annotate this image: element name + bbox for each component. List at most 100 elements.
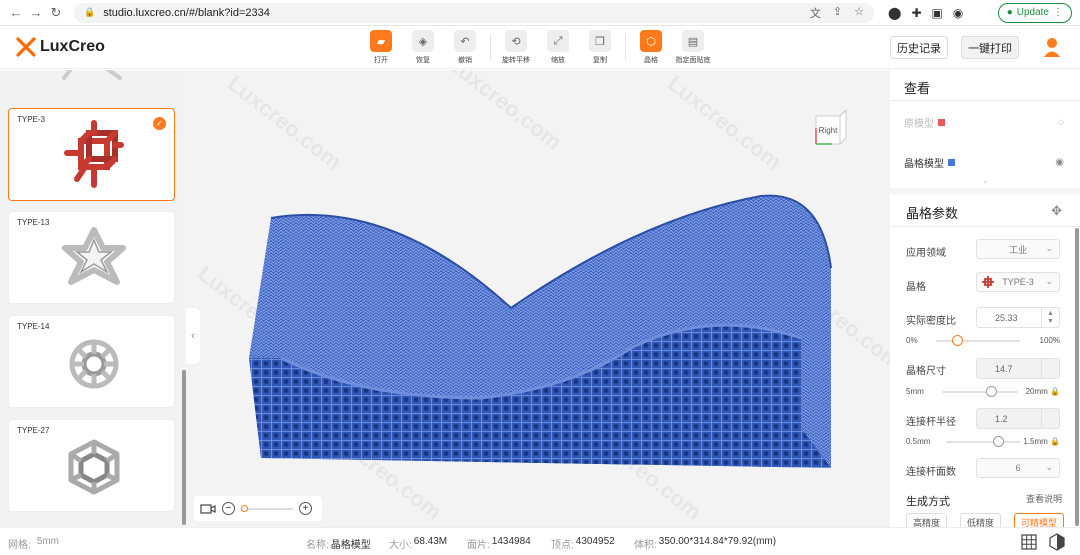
model-name: 原模型 [904,119,934,130]
lattice-type-14-thumbnail [69,339,119,389]
size-max-label: 20mm 🔒 [1025,387,1060,396]
restore-button[interactable]: ◈ 恢复 [402,30,444,65]
toolbar-divider [490,34,491,60]
watermark: Luxcreo.com [443,70,567,155]
undo-button[interactable]: ↶ 撤销 [444,30,486,65]
forward-icon[interactable]: → [26,3,46,23]
browser-toolbar: ← → ↻ 🔒 studio.luxcreo.cn/#/blank?id=233… [0,0,1080,26]
lattice-size-input[interactable]: 14.7 [976,358,1060,379]
lattice-card-type-14[interactable]: TYPE-14 [8,315,175,408]
profile-icon[interactable]: ◉ [953,6,963,20]
one-click-print-button[interactable]: 一键打印 [961,36,1019,59]
application-field-value: 工业 [1008,244,1027,255]
lock-icon[interactable]: 🔒 [1050,387,1060,396]
render-mode-icon[interactable] [1048,533,1066,551]
lock-icon[interactable]: 🔒 [1050,437,1060,446]
lattice-card-type-13[interactable]: TYPE-13 [8,211,175,304]
caret-up-icon[interactable]: ▲ [1047,310,1054,318]
rod-radius-slider[interactable] [946,441,1020,443]
rod-radius-stepper[interactable] [1041,409,1059,428]
brand-logo[interactable]: LuxCreo [16,37,105,57]
density-input[interactable]: 25.33 ▲ ▼ [976,307,1060,328]
status-grid: 网格: 5mm [8,536,60,551]
rod-max-label: 1.5mm 🔒 [1023,437,1060,446]
view-cube[interactable]: Right [814,108,848,146]
caret-down-icon[interactable]: ▼ [1047,318,1054,326]
lattice-button[interactable]: ⬡ 晶格 [630,30,672,65]
history-button[interactable]: 历史记录 [890,36,948,59]
user-avatar-icon[interactable] [1043,36,1061,58]
address-bar[interactable]: 🔒 studio.luxcreo.cn/#/blank?id=2334 文 ⇪ … [74,2,874,23]
lattice-type-3-thumbnail [64,120,124,188]
zoom-slider-handle[interactable] [241,504,248,512]
face-to-bottom-button[interactable]: ▤ 指定面贴底 [672,30,714,65]
density-min-label: 0% [906,336,918,345]
zoom-slider[interactable] [241,504,293,512]
density-slider-row: 0% 100% [906,335,1060,347]
rotate-move-icon: ⟲ [505,30,527,52]
model-color-swatch [938,119,945,126]
camera-view-icon[interactable] [200,503,216,515]
rod-radius-value: 1.2 [995,413,1008,424]
rotate-move-button[interactable]: ⟲ 旋转平移 [495,30,537,65]
copy-button[interactable]: ❐ 复制 [579,30,621,65]
main-toolbar: ▰ 打开 ◈ 恢复 ↶ 撤销 ⟲ 旋转平移 ⤢ 缩放 ❐ 复制 ⬡ 晶格 ▤ 指… [360,30,714,65]
divider [890,100,1080,101]
status-volume: 体积: 350.00*314.84*79.92(mm) [634,536,777,551]
lattice-size-stepper[interactable] [1041,359,1059,378]
move-panel-icon[interactable]: ✥ [1051,203,1062,219]
lattice-type-value: TYPE-3 [1002,277,1034,287]
copy-icon: ❐ [589,30,611,52]
density-slider[interactable] [936,340,1020,342]
lock-icon: 🔒 [84,7,96,17]
application-field-select[interactable]: 工业 ⌄ [976,239,1060,259]
rod-radius-slider-handle[interactable] [992,436,1004,447]
back-icon[interactable]: ← [6,3,26,23]
scale-icon: ⤢ [547,30,569,52]
lattice-model-row[interactable]: 晶格模型 ◉ [904,155,1064,170]
luxcreo-logo-icon [16,37,36,57]
extension-circle-icon[interactable]: ⬤ [888,6,901,20]
puzzle-extension-icon[interactable]: ✚ [911,6,921,20]
lattice-card-type-27[interactable]: TYPE-27 [8,419,175,512]
rod-faces-select[interactable]: 6 ⌄ [976,458,1060,478]
density-slider-handle[interactable] [952,335,964,346]
bookmark-star-icon[interactable]: ☆ [854,5,864,21]
lattice-card-type-3[interactable]: TYPE-3 ✓ [8,108,175,201]
view-help-link[interactable]: 查看说明 [1026,492,1062,505]
status-name: 名称: 晶格模型 [306,540,371,551]
scale-button[interactable]: ⤢ 缩放 [537,30,579,65]
reload-icon[interactable]: ↻ [46,3,66,23]
viewcube-face-label: Right [819,126,838,135]
rod-radius-input[interactable]: 1.2 [976,408,1060,429]
eye-hidden-icon[interactable]: ◌ [1058,117,1064,128]
grid-toggle-icon[interactable] [1021,534,1037,550]
url-text: studio.luxcreo.cn/#/blank?id=2334 [103,6,270,19]
eye-icon[interactable]: ◉ [1055,157,1064,168]
density-stepper[interactable]: ▲ ▼ [1041,308,1059,327]
lattice-label: 晶格 [906,282,926,293]
lattice-card-label: TYPE-27 [17,426,50,435]
app-header: LuxCreo ▰ 打开 ◈ 恢复 ↶ 撤销 ⟲ 旋转平移 ⤢ 缩放 ❐ 复制 … [0,27,1080,69]
collapse-panel-button[interactable]: ‹ [186,308,200,364]
open-button[interactable]: ▰ 打开 [360,30,402,65]
lattice-size-slider-handle[interactable] [986,386,998,397]
update-button[interactable]: ● Update ⋮ [997,2,1072,23]
zoom-in-icon[interactable]: + [299,502,312,515]
lattice-type-select[interactable]: TYPE-3 ⌄ [976,272,1060,292]
original-model-row[interactable]: 原模型 ◌ [904,115,1064,130]
params-scrollbar[interactable] [1075,228,1079,526]
3d-viewport[interactable]: Luxcreo.com Luxcreo.com Luxcreo.com Luxc… [186,70,890,527]
lattice-size-value: 14.7 [995,363,1013,374]
expand-chevron-icon[interactable]: ⌄ [982,176,989,185]
chevron-down-icon: ⌄ [1045,276,1053,286]
translate-icon[interactable]: 文 [810,5,821,21]
share-icon[interactable]: ⇪ [833,5,842,21]
sidepanel-icon[interactable]: ▣ [932,6,943,20]
lattice-size-slider[interactable] [942,391,1018,393]
zoom-out-icon[interactable]: − [222,502,235,515]
status-faces: 面片: 1434984 [467,536,531,551]
model-name: 晶格模型 [904,159,944,170]
print-label: 一键打印 [968,42,1012,55]
lattice-card-label: TYPE-3 [17,115,46,124]
